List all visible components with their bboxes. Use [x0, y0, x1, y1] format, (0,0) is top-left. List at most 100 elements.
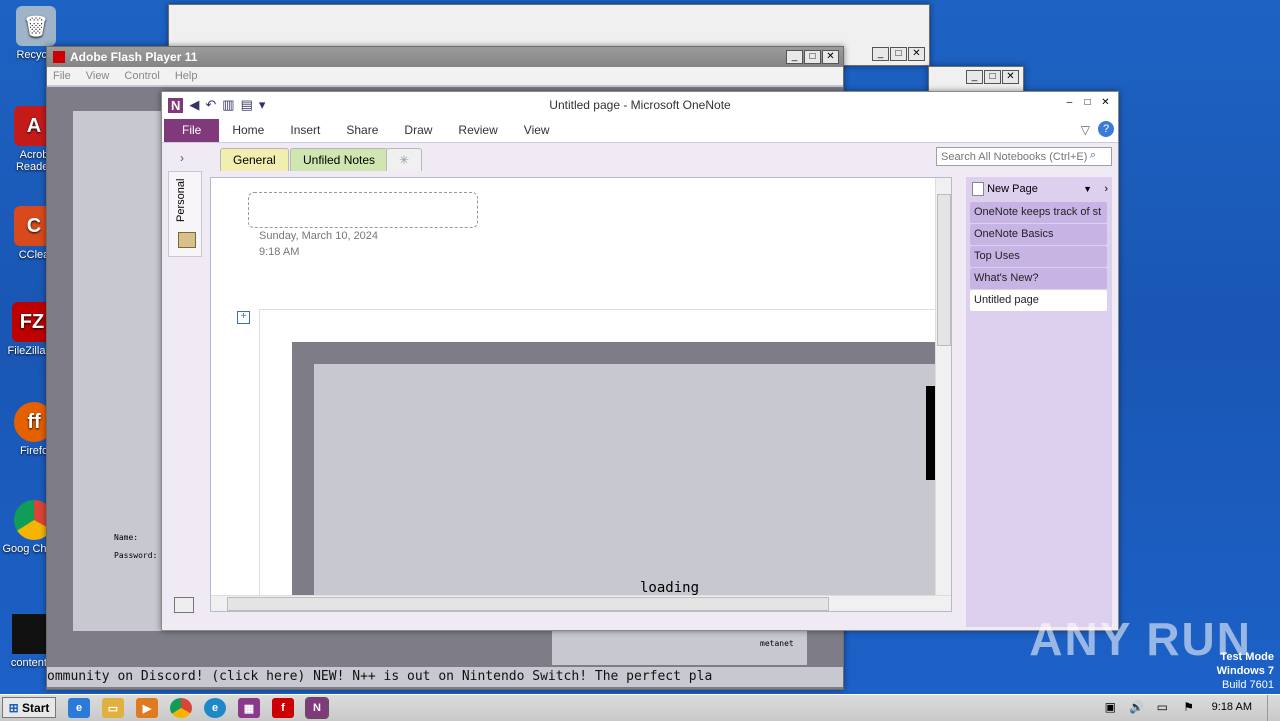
name-label: Name:: [114, 533, 139, 542]
window-controls: _ □ ✕: [966, 70, 1019, 84]
menu-view[interactable]: View: [86, 70, 110, 82]
embedded-flash-frame: loading: [292, 342, 951, 611]
media-player-icon[interactable]: ▶: [136, 698, 158, 718]
quick-access-toolbar: N ◀ ↶ ▥ ▤ ▾: [162, 97, 265, 113]
dock-icon[interactable]: ▥: [222, 97, 234, 113]
help-icon[interactable]: ?: [1098, 121, 1114, 137]
maximize-button[interactable]: □: [804, 50, 821, 64]
tab-general[interactable]: General: [220, 148, 289, 171]
onenote-logo-icon: N: [168, 97, 184, 113]
minimize-button[interactable]: _: [966, 70, 983, 84]
page-canvas[interactable]: Sunday, March 10, 2024 9:18 AM + loading: [210, 177, 952, 612]
onenote-title-bar: N ◀ ↶ ▥ ▤ ▾ Untitled page - Microsoft On…: [162, 92, 1118, 118]
notebook-icon: [178, 232, 196, 248]
embedded-flash-container[interactable]: loading: [259, 309, 951, 611]
taskbar-clock[interactable]: 9:18 AM: [1212, 701, 1252, 713]
menu-help[interactable]: Help: [175, 70, 198, 82]
embedded-flash-inner: loading: [314, 364, 951, 611]
expand-ribbon-icon[interactable]: ▽: [1081, 123, 1090, 137]
action-center-flag-icon[interactable]: ⚑: [1183, 700, 1194, 714]
flash-taskbar-icon[interactable]: f: [272, 698, 294, 718]
edge-icon[interactable]: e: [204, 698, 226, 718]
search-input[interactable]: Search All Notebooks (Ctrl+E): [936, 147, 1112, 166]
notebook-label: Personal: [175, 178, 187, 222]
page-tab-onenote-basics[interactable]: OneNote Basics: [970, 224, 1107, 245]
search-icon[interactable]: ⌕: [1090, 149, 1096, 162]
minimize-button[interactable]: –: [1061, 97, 1078, 111]
page-tab-untitled-page[interactable]: Untitled page: [970, 290, 1107, 311]
page-date: Sunday, March 10, 2024: [259, 230, 379, 242]
new-page-icon: [972, 182, 984, 197]
scrollbar-thumb-h[interactable]: [227, 597, 829, 611]
recycle-bin-icon: 🗑: [16, 6, 56, 46]
tab-unfiled-notes[interactable]: Unfiled Notes: [290, 148, 389, 171]
start-button[interactable]: ⊞ Start: [2, 697, 56, 718]
taskbar: ⊞ Start e ▭ ▶ e ▦ f N ▣ 🔊 ▭ ⚑ 9:18 AM: [0, 694, 1280, 721]
vertical-scrollbar[interactable]: [935, 178, 951, 596]
window-controls: _ □ ✕: [872, 47, 925, 61]
tab-view[interactable]: View: [511, 119, 563, 142]
tab-insert[interactable]: Insert: [277, 119, 333, 142]
onenote-window: N ◀ ↶ ▥ ▤ ▾ Untitled page - Microsoft On…: [161, 91, 1119, 631]
unfiled-notes-icon[interactable]: [174, 597, 194, 613]
embedded-loading-text: loading: [640, 580, 700, 596]
battery-icon[interactable]: ▭: [1157, 700, 1168, 714]
page-title-box[interactable]: [248, 192, 478, 228]
test-mode-notice: Test Mode Windows 7 Build 7601: [1216, 651, 1274, 691]
flash-title-bar: Adobe Flash Player 11: [47, 47, 843, 67]
winrar-icon[interactable]: ▦: [238, 698, 260, 718]
background-window-2: _ □ ✕: [928, 66, 1024, 92]
close-button[interactable]: ✕: [1097, 97, 1114, 111]
new-section-button[interactable]: ✳: [386, 148, 423, 171]
tab-home[interactable]: Home: [219, 119, 277, 142]
onenote-window-controls: – □ ✕: [1061, 97, 1114, 111]
new-page-button[interactable]: New Page ▼ ›: [966, 177, 1112, 201]
close-button[interactable]: ✕: [908, 47, 925, 61]
flash-window-controls: _ □ ✕: [786, 50, 839, 64]
page-tab-top-uses[interactable]: Top Uses: [970, 246, 1107, 267]
expand-container-icon[interactable]: +: [237, 311, 250, 324]
collapse-pane-icon[interactable]: ›: [1104, 177, 1108, 201]
page-view-icon[interactable]: ▤: [241, 97, 253, 113]
page-time: 9:18 AM: [259, 246, 300, 258]
news-ticker[interactable]: ommunity on Discord! (click here) NEW! N…: [47, 667, 843, 687]
onenote-window-title: Untitled page - Microsoft OneNote: [549, 98, 731, 112]
menu-control[interactable]: Control: [124, 70, 159, 82]
tab-file[interactable]: File: [164, 119, 220, 142]
chrome-taskbar-icon[interactable]: [170, 698, 192, 718]
flash-logo-icon: [53, 51, 65, 63]
page-tab-onenote-keeps-track[interactable]: OneNote keeps track of st: [970, 202, 1107, 223]
tab-share[interactable]: Share: [333, 119, 391, 142]
minimize-button[interactable]: _: [872, 47, 889, 61]
undo-icon[interactable]: ↶: [205, 97, 216, 113]
maximize-button[interactable]: □: [1079, 97, 1096, 111]
notebook-tab-personal[interactable]: Personal: [168, 171, 202, 257]
ie-icon[interactable]: e: [68, 698, 90, 718]
windows-logo-icon: ⊞: [8, 701, 19, 715]
explorer-icon[interactable]: ▭: [102, 698, 124, 718]
maximize-button[interactable]: □: [984, 70, 1001, 84]
back-icon[interactable]: ◀: [189, 97, 199, 113]
volume-icon[interactable]: 🔊: [1129, 700, 1144, 714]
player-tag: metanet: [760, 639, 794, 648]
network-icon[interactable]: ▣: [1105, 700, 1116, 714]
page-tabs-pane: New Page ▼ › OneNote keeps track of st O…: [966, 177, 1112, 627]
new-page-label: New Page: [987, 183, 1038, 195]
page-tab-whats-new[interactable]: What's New?: [970, 268, 1107, 289]
maximize-button[interactable]: □: [890, 47, 907, 61]
minimize-button[interactable]: _: [786, 50, 803, 64]
close-button[interactable]: ✕: [822, 50, 839, 64]
ribbon-tabs: File Home Insert Share Draw Review View …: [162, 118, 1118, 143]
password-label: Password:: [114, 551, 158, 560]
horizontal-scrollbar[interactable]: [211, 595, 951, 611]
tab-draw[interactable]: Draw: [391, 119, 445, 142]
flash-menu-bar: File View Control Help: [47, 67, 843, 85]
tab-review[interactable]: Review: [445, 119, 510, 142]
show-desktop-button[interactable]: [1267, 695, 1280, 721]
customize-qat-icon[interactable]: ▾: [259, 97, 266, 113]
menu-file[interactable]: File: [53, 70, 71, 82]
scrollbar-thumb[interactable]: [937, 194, 951, 346]
close-button[interactable]: ✕: [1002, 70, 1019, 84]
onenote-taskbar-icon[interactable]: N: [305, 697, 329, 719]
new-page-dropdown-icon[interactable]: ▼: [1083, 177, 1092, 201]
